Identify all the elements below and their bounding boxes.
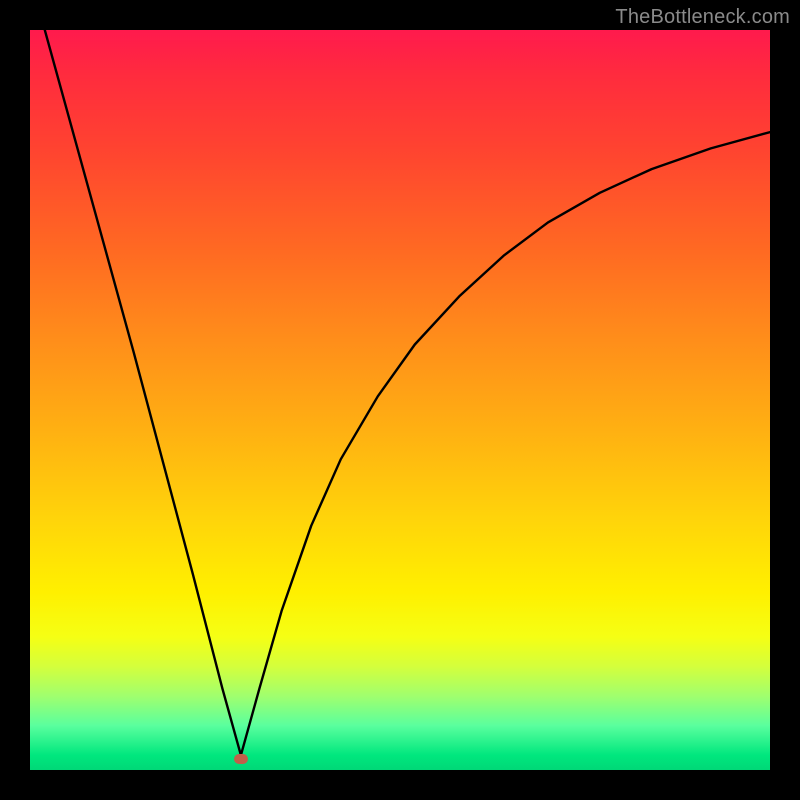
minimum-marker: [234, 754, 248, 764]
bottleneck-curve: [30, 30, 770, 770]
watermark-text: TheBottleneck.com: [615, 6, 790, 29]
chart-frame: TheBottleneck.com: [0, 0, 800, 800]
curve-path: [45, 30, 770, 755]
plot-area: [30, 30, 770, 770]
